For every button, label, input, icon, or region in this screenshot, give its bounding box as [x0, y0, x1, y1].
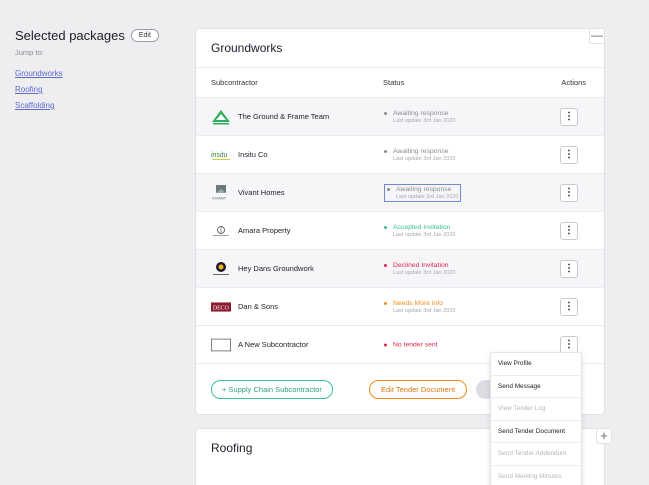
- subcontractor-name: Vivant Homes: [238, 188, 285, 197]
- row-actions-button[interactable]: ⋮: [560, 145, 578, 164]
- svg-text:VIVANT: VIVANT: [212, 195, 227, 200]
- table-row: insitu Insitu Co Awaiting response Last …: [196, 135, 604, 173]
- subcontractor-name: Insitu Co: [238, 150, 268, 159]
- menu-item-view-profile[interactable]: View Profile: [491, 353, 581, 376]
- row-actions-button[interactable]: ⋮: [560, 183, 578, 202]
- status-text: Accepted Invitation: [393, 223, 451, 231]
- column-header-actions: Actions: [561, 78, 586, 87]
- company-logo-insitu: insitu: [211, 147, 231, 163]
- row-actions-button[interactable]: ⋮: [560, 107, 578, 126]
- expand-icon[interactable]: +: [596, 428, 612, 444]
- menu-item-send-message[interactable]: Send Message: [491, 376, 581, 398]
- subcontractor-name: The Ground & Frame Team: [238, 112, 330, 121]
- company-logo-hey-dans: [211, 261, 231, 277]
- status-cell: Awaiting response Last update 3rd Jan 20…: [384, 183, 462, 202]
- company-logo-vivant: VIVANT: [211, 184, 231, 201]
- status-cell: Accepted Invitation Last update 3rd Jan …: [384, 224, 455, 238]
- status-text: Awaiting response: [393, 147, 449, 155]
- status-updated: Last update 3rd Jan 2020: [393, 307, 456, 314]
- subcontractor-name: A New Subcontractor: [238, 340, 309, 349]
- jump-link-roofing[interactable]: Roofing: [15, 85, 185, 94]
- subcontractor-name: Dan & Sons: [238, 302, 279, 311]
- row-actions-button[interactable]: ⋮: [560, 297, 578, 316]
- edit-tender-document-button[interactable]: Edit Tender Document: [369, 380, 468, 399]
- subcontractor-name: Hey Dans Groundwork: [238, 264, 314, 273]
- row-actions-button[interactable]: ⋮: [560, 335, 578, 354]
- edit-packages-button[interactable]: Edit: [130, 29, 159, 42]
- status-updated: Last update 3rd Jan 2020: [393, 231, 456, 238]
- company-logo-amara: [211, 223, 231, 239]
- menu-item-send-tender-document[interactable]: Send Tender Document: [491, 421, 581, 443]
- status-cell: Declined Invitation Last update 3rd Jan …: [384, 262, 455, 276]
- row-actions-menu: View Profile Send Message View Tender Lo…: [490, 352, 582, 485]
- table-row: Amara Property Accepted Invitation Last …: [196, 211, 604, 249]
- status-cell: No tender sent: [384, 341, 438, 348]
- column-header-status: Status: [383, 78, 405, 87]
- status-dot: [387, 187, 390, 191]
- jump-link-scaffolding[interactable]: Scaffolding: [15, 101, 185, 110]
- svg-text:DECO: DECO: [213, 305, 230, 311]
- selected-packages-title: Selected packages: [15, 28, 125, 43]
- status-dot: [384, 225, 387, 229]
- table-row: The Ground & Frame Team Awaiting respons…: [196, 97, 604, 135]
- menu-item-send-meeting-minutes[interactable]: Send Meeting Minutes: [491, 466, 581, 485]
- groundworks-title: Groundworks: [211, 41, 283, 55]
- table-row: DECO Dan & Sons Needs More info Last upd…: [196, 287, 604, 325]
- company-logo-placeholder: [211, 337, 231, 353]
- collapse-icon[interactable]: —: [589, 28, 605, 44]
- status-cell: Needs More info Last update 3rd Jan 2020: [384, 300, 455, 314]
- subcontractor-name: Amara Property: [238, 226, 291, 235]
- jump-to-label: Jump to:: [15, 48, 44, 57]
- status-text: No tender sent: [393, 341, 438, 348]
- status-updated: Last update 3rd Jan 2020: [393, 117, 456, 124]
- status-text: Declined Invitation: [393, 261, 449, 269]
- status-text: Awaiting response: [393, 109, 449, 117]
- company-logo-dan-sons: DECO: [211, 299, 231, 315]
- status-text: Needs More info: [393, 299, 443, 307]
- status-updated: Last update 3rd Jan 2020: [393, 269, 456, 276]
- row-actions-button[interactable]: ⋮: [560, 221, 578, 240]
- svg-text:insitu: insitu: [211, 152, 227, 159]
- company-logo-ground-frame: [211, 109, 231, 125]
- status-dot: [384, 301, 387, 305]
- status-cell: Awaiting response Last update 3rd Jan 20…: [384, 110, 455, 124]
- table-header: Subcontractor Status Actions: [196, 67, 604, 97]
- add-supply-chain-subcontractor-button[interactable]: + Supply Chain Subcontractor: [211, 380, 333, 399]
- menu-item-view-tender-log[interactable]: View Tender Log: [491, 398, 581, 421]
- status-dot: [384, 263, 387, 267]
- selected-packages-header: Selected packages Edit: [15, 28, 185, 43]
- jump-link-groundworks[interactable]: Groundworks: [15, 69, 185, 78]
- menu-item-send-tender-addendum[interactable]: Send Tender Addendum: [491, 443, 581, 466]
- status-dot: [384, 111, 387, 115]
- table-row: VIVANT Vivant Homes Awaiting response La…: [196, 173, 604, 211]
- status-dot: [384, 343, 387, 346]
- status-dot: [384, 149, 387, 153]
- status-updated: Last update 3rd Jan 2020: [396, 193, 459, 200]
- row-actions-button[interactable]: ⋮: [560, 259, 578, 278]
- groundworks-card-header: Groundworks —: [196, 28, 605, 67]
- status-text: Awaiting response: [396, 185, 452, 193]
- table-row: Hey Dans Groundwork Declined Invitation …: [196, 249, 604, 287]
- status-updated: Last update 3rd Jan 2020: [393, 155, 456, 162]
- sidebar: Selected packages Edit Jump to: Groundwo…: [15, 28, 185, 110]
- column-header-subcontractor: Subcontractor: [211, 78, 258, 87]
- jump-links: Groundworks Roofing Scaffolding: [15, 69, 185, 110]
- status-cell: Awaiting response Last update 3rd Jan 20…: [384, 148, 455, 162]
